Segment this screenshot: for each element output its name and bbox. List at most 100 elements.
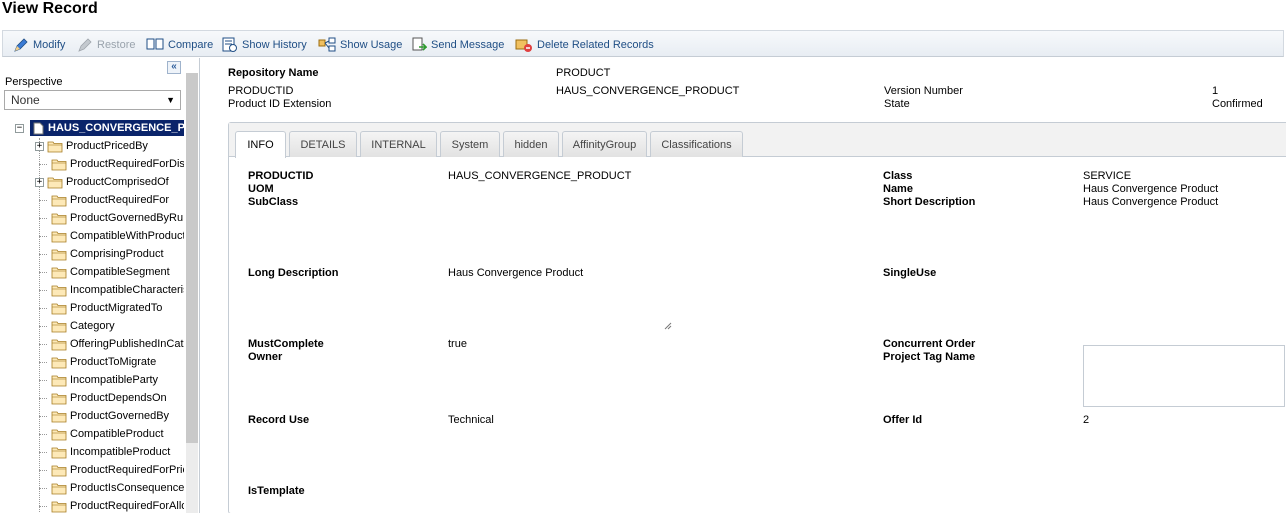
folder-icon <box>51 249 67 260</box>
tree-connector <box>39 379 47 381</box>
tree-item[interactable]: + ProductPricedBy <box>33 138 148 154</box>
tree-item[interactable]: CompatibleProduct <box>33 426 164 442</box>
tree-item[interactable]: ComprisingProduct <box>33 246 164 262</box>
folder-icon <box>51 393 67 404</box>
tree-item[interactable]: IncompatibleProduct <box>33 444 170 460</box>
textarea-resize-handle[interactable] <box>664 322 672 330</box>
tree-connector <box>39 325 47 327</box>
collapse-node-icon[interactable]: − <box>15 123 24 133</box>
history-icon <box>222 37 237 52</box>
show-history-label: Show History <box>242 39 307 51</box>
tree-item[interactable]: ProductRequiredForAllo <box>33 498 184 513</box>
tree-scrollbar[interactable] <box>186 73 198 513</box>
delete-related-button[interactable]: Delete Related Records <box>515 37 654 53</box>
tree-item-label: ProductRequiredForPric <box>70 464 184 476</box>
subclass-label: SubClass <box>248 196 299 208</box>
show-usage-label: Show Usage <box>340 39 403 51</box>
tab-affinitygroup[interactable]: AffinityGroup <box>562 131 647 157</box>
tree-item[interactable]: ProductToMigrate <box>33 354 156 370</box>
expand-node-icon[interactable]: + <box>35 141 44 151</box>
folder-icon <box>47 141 63 152</box>
offer-id-value: 2 <box>1083 414 1090 426</box>
delete-related-label: Delete Related Records <box>537 39 654 51</box>
folder-icon <box>47 177 63 188</box>
tree-item-label: ProductToMigrate <box>70 356 157 368</box>
version-number-label: Version Number <box>884 85 963 97</box>
tree-item-label: ProductComprisedOf <box>66 176 169 188</box>
record-use-value: Technical <box>448 414 494 426</box>
uom-label: UOM <box>248 183 274 195</box>
tree-item[interactable]: ProductRequiredFor <box>33 192 169 208</box>
show-history-button[interactable]: Show History <box>222 37 307 53</box>
restore-button[interactable]: Restore <box>77 37 136 53</box>
tree-item-label: CompatibleProduct <box>70 428 164 440</box>
pencil-disabled-icon <box>78 38 92 52</box>
single-use-label: SingleUse <box>883 267 937 279</box>
folder-icon <box>51 195 67 206</box>
modify-button[interactable]: Modify <box>13 37 65 53</box>
record-content: Repository Name PRODUCT PRODUCTID HAUS_C… <box>210 58 1286 513</box>
tab-classifications[interactable]: Classifications <box>650 131 743 157</box>
tree-item[interactable]: IncompatibleParty <box>33 372 158 388</box>
tree-item-label: ProductRequiredFor <box>70 194 170 206</box>
project-tag-name-field[interactable] <box>1083 345 1285 407</box>
tree-item[interactable]: OfferingPublishedInCata <box>33 336 184 352</box>
state-value: Confirmed <box>1212 98 1263 110</box>
compare-button[interactable]: Compare <box>146 37 213 53</box>
tree-connector <box>39 433 47 435</box>
tree-item-label: CompatibleWithProduct <box>70 230 184 242</box>
tree-connector <box>39 487 47 489</box>
folder-icon <box>51 447 67 458</box>
tree-item[interactable]: ProductDependsOn <box>33 390 167 406</box>
send-message-icon <box>412 37 427 51</box>
class-value: SERVICE <box>1083 170 1132 182</box>
version-number-value: 1 <box>1212 85 1219 97</box>
tab-strip: INFO DETAILS INTERNAL System hidden Affi… <box>229 123 1286 158</box>
tree-item[interactable]: IncompatibleCharacteris <box>33 282 184 298</box>
collapse-panel-button[interactable]: « <box>167 61 181 74</box>
tree-item[interactable]: + ProductComprisedOf <box>33 174 169 190</box>
project-tag-name-label: Project Tag Name <box>883 351 976 363</box>
tree-item-label: ProductGovernedBy <box>70 410 170 422</box>
tree-connector <box>39 307 47 309</box>
tab-system[interactable]: System <box>440 131 500 157</box>
tab-hidden[interactable]: hidden <box>503 131 559 157</box>
repo-name-label: Repository Name <box>228 67 319 79</box>
info-productid-value: HAUS_CONVERGENCE_PRODUCT <box>448 170 632 182</box>
compare-icon <box>146 38 164 50</box>
expand-node-icon[interactable]: + <box>35 177 44 187</box>
tree-item[interactable]: CompatibleWithProduct <box>33 228 184 244</box>
tree-root[interactable]: − HAUS_CONVERGENCE_P <box>15 120 184 136</box>
tree-item-label: ProductPricedBy <box>66 140 148 152</box>
folder-icon <box>51 159 67 170</box>
tree-item-label: CompatibleSegment <box>70 266 170 278</box>
must-complete-label: MustComplete <box>248 338 324 350</box>
folder-icon <box>51 321 67 332</box>
tab-internal[interactable]: INTERNAL <box>360 131 437 157</box>
record-tree: − HAUS_CONVERGENCE_P + ProductPricedBy Pro… <box>0 118 184 513</box>
folder-icon <box>51 231 67 242</box>
tree-item-label: ProductGovernedByRu <box>70 212 184 224</box>
tree-item[interactable]: ProductRequiredForDis <box>33 156 184 172</box>
tree-item[interactable]: ProductRequiredForPric <box>33 462 184 478</box>
short-description-label: Short Description <box>883 196 976 208</box>
send-message-button[interactable]: Send Message <box>411 37 504 53</box>
tree-item[interactable]: ProductGovernedByRu <box>33 210 183 226</box>
scrollbar-thumb[interactable] <box>186 73 198 443</box>
tree-item-label: Category <box>70 320 115 332</box>
perspective-value: None <box>11 93 40 107</box>
tree-item[interactable]: ProductMigratedTo <box>33 300 162 316</box>
show-usage-button[interactable]: Show Usage <box>318 37 402 53</box>
folder-icon <box>51 285 67 296</box>
tree-item[interactable]: ProductGovernedBy <box>33 408 169 424</box>
tree-item[interactable]: ProductIsConsequence <box>33 480 184 496</box>
folder-icon <box>51 429 67 440</box>
tree-item[interactable]: Category <box>33 318 115 334</box>
folder-icon <box>51 375 67 386</box>
tree-item-label: OfferingPublishedInCata <box>70 338 184 350</box>
tree-item-label: IncompatibleProduct <box>70 446 171 458</box>
tab-info[interactable]: INFO <box>235 131 286 158</box>
perspective-select[interactable]: None ▼ <box>4 90 181 110</box>
tab-details[interactable]: DETAILS <box>289 131 357 157</box>
tree-item[interactable]: CompatibleSegment <box>33 264 170 280</box>
